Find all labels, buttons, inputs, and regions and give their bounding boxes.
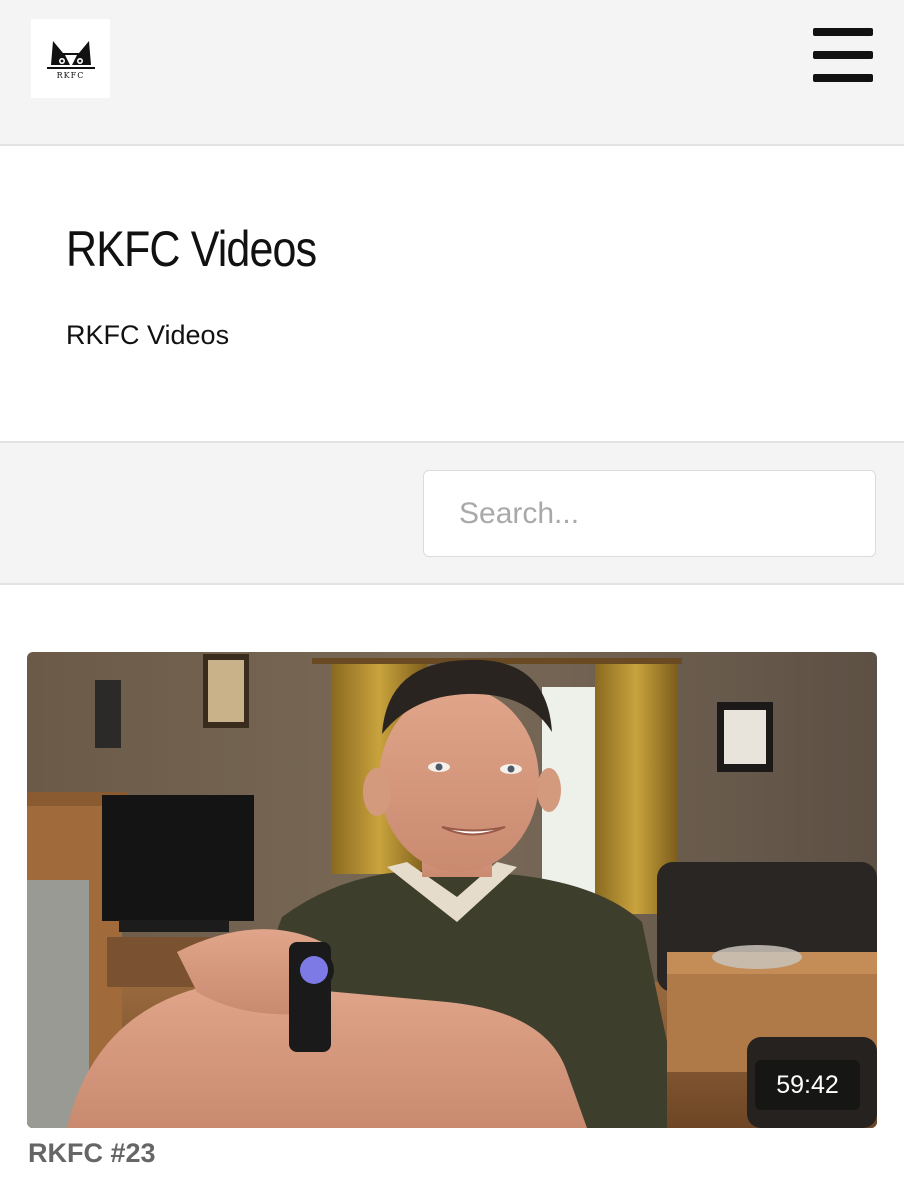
menu-bar: [813, 74, 873, 82]
video-title-link[interactable]: RKFC #23: [28, 1138, 156, 1169]
search-input[interactable]: [423, 470, 876, 557]
video-thumbnail: [27, 652, 877, 1128]
page-title: RKFC Videos: [66, 221, 317, 277]
page-subtitle: RKFC Videos: [66, 320, 230, 350]
search-bar: [0, 443, 904, 585]
menu-bar: [813, 51, 873, 59]
site-logo[interactable]: RKFC: [31, 19, 110, 98]
video-card[interactable]: 59:42: [27, 652, 877, 1128]
site-header: RKFC: [0, 0, 904, 146]
menu-bar: [813, 28, 873, 36]
hamburger-menu-icon[interactable]: [813, 28, 873, 82]
logo-text: RKFC: [56, 71, 85, 80]
bulldog-logo-icon: [46, 41, 95, 69]
page-header: RKFC Videos RKFC Videos: [0, 146, 904, 443]
video-duration-badge: 59:42: [755, 1060, 860, 1110]
